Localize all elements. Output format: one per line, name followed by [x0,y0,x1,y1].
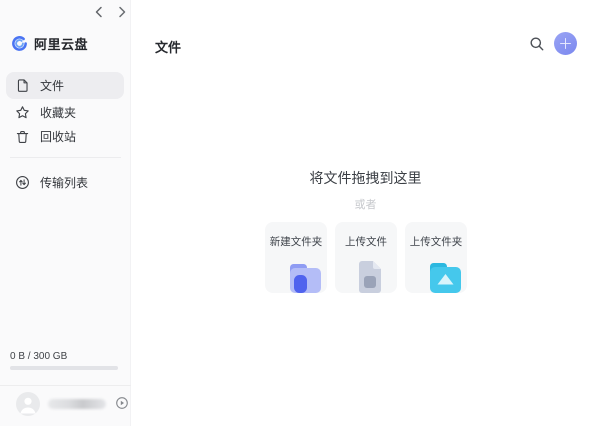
action-cards: 新建文件夹 上传文件 [265,222,467,293]
aliyun-drive-window: 阿里云盘 文件 收藏夹 [0,0,600,426]
page-title: 文件 [155,37,181,56]
sidebar-item-files[interactable]: 文件 [6,72,124,99]
user-account-row[interactable] [0,390,131,424]
sidebar-item-label: 回收站 [40,128,76,145]
file-icon [15,78,30,93]
upload-file-card[interactable]: 上传文件 [335,222,397,293]
sidebar-item-transfers[interactable]: 传输列表 [6,169,124,196]
sidebar-divider [10,157,121,158]
search-icon[interactable] [529,36,545,52]
upload-folder-icon [427,260,463,293]
transfer-list-icon [15,175,30,190]
new-folder-icon [287,260,323,293]
sidebar-item-trash[interactable]: 回收站 [6,123,124,150]
storage-usage-text: 0 B / 300 GB [10,351,67,362]
upload-folder-card[interactable]: 上传文件夹 [405,222,467,293]
upload-file-icon [355,259,385,293]
back-icon[interactable] [90,4,106,20]
sidebar: 阿里云盘 文件 收藏夹 [0,0,131,426]
nav-arrows [90,4,130,20]
sidebar-item-favorites[interactable]: 收藏夹 [6,99,124,126]
storage-progress-bar [10,366,118,370]
sidebar-item-label: 收藏夹 [40,104,76,121]
sidebar-item-label: 文件 [40,77,64,94]
username-redacted [48,399,106,409]
sidebar-item-label: 传输列表 [40,174,88,191]
main-content: 文件 将文件拖拽到这里 或者 新建文件夹 [131,0,600,426]
trash-icon [15,129,30,144]
avatar [16,392,40,416]
card-label: 新建文件夹 [265,234,327,249]
card-label: 上传文件夹 [405,234,467,249]
new-folder-card[interactable]: 新建文件夹 [265,222,327,293]
aliyun-drive-logo-icon [11,35,28,52]
app-name: 阿里云盘 [34,34,88,53]
empty-state-headline: 将文件拖拽到这里 [131,168,600,188]
empty-state-or-text: 或者 [131,196,600,212]
add-button[interactable] [554,32,577,55]
star-icon [15,105,30,120]
card-label: 上传文件 [335,234,397,249]
app-logo-row: 阿里云盘 [11,34,88,53]
sidebar-bottom-divider [0,385,131,386]
forward-icon[interactable] [114,4,130,20]
account-menu-icon[interactable] [115,396,129,410]
